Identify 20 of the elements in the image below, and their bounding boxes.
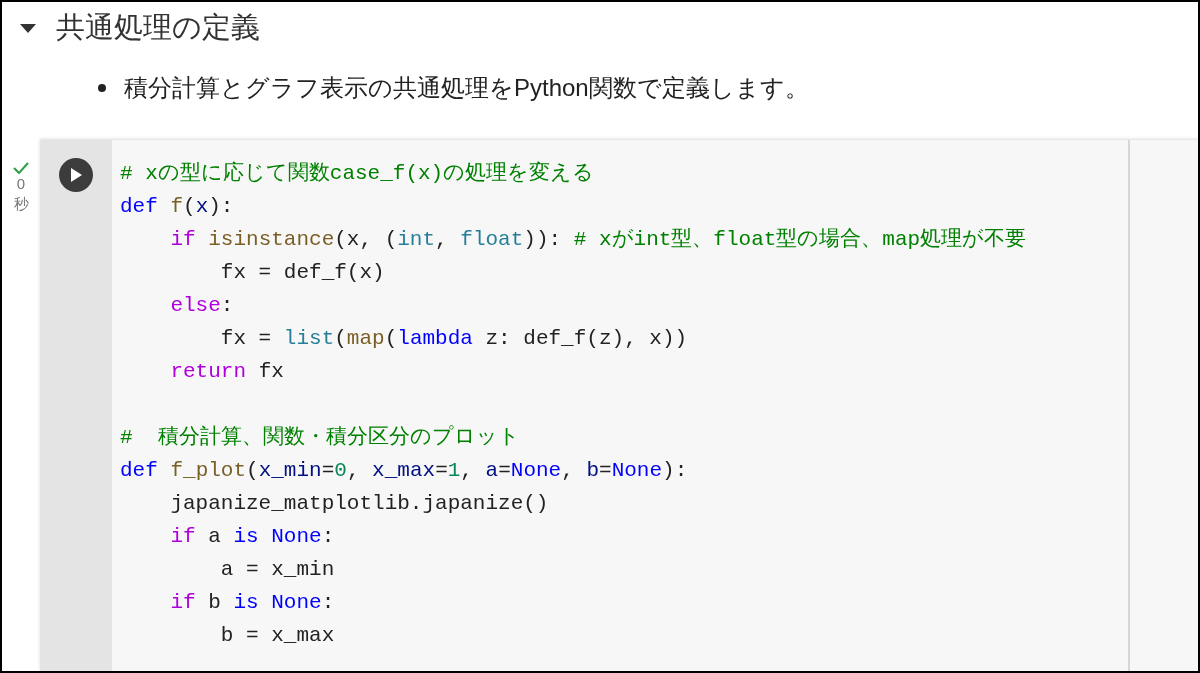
bullet-text: 積分計算とグラフ表示の共通処理をPython関数で定義します。: [124, 73, 809, 103]
code-line: if a is None:: [169, 524, 335, 550]
code-line: return fx: [169, 359, 284, 385]
code-line: def f(x):: [120, 194, 234, 220]
code-line: fx = list(map(lambda z: def_f(z), x)): [219, 326, 688, 352]
code-line: fx = def_f(x): [219, 260, 385, 286]
code-line: if b is None:: [169, 590, 335, 616]
code-line: else:: [169, 293, 234, 319]
time-unit: 秒: [13, 194, 29, 214]
section-heading: 共通処理の定義: [56, 10, 260, 46]
code-line: if isinstance(x, (int, float)): # xがint型、float型の場合、map処理が不要: [169, 227, 1027, 253]
run-time: 0: [16, 174, 26, 194]
code-line: japanize_matplotlib.japanize(): [169, 491, 549, 517]
code-line: # xの型に応じて関数case_f(x)の処理を変える: [120, 160, 595, 187]
code-line: def f_plot(x_min=0, x_max=1, a=None, b=None):: [120, 458, 688, 484]
code-line: # 積分計算、関数・積分区分のプロット: [120, 424, 520, 451]
code-line: b = x_max: [219, 623, 335, 649]
play-icon: [70, 168, 82, 182]
run-button[interactable]: [59, 158, 93, 192]
code-line: a = x_min: [219, 557, 335, 583]
